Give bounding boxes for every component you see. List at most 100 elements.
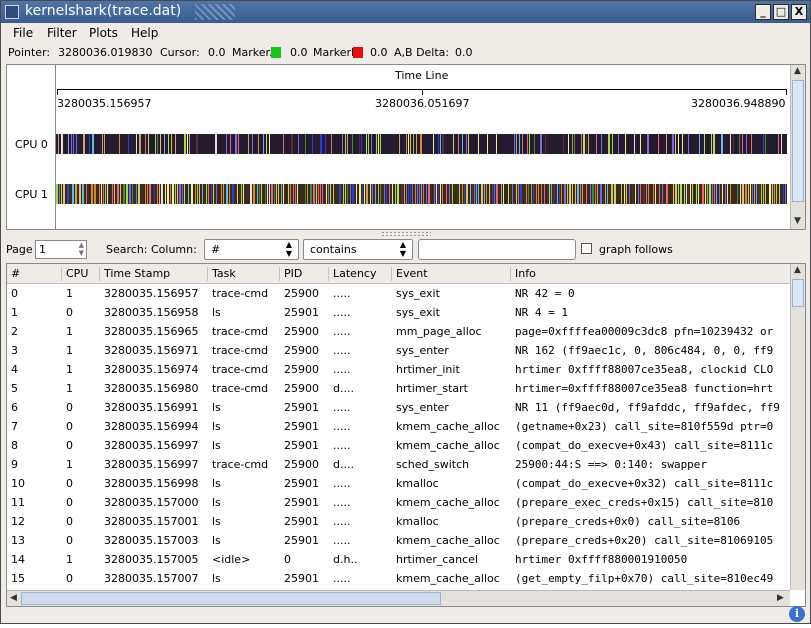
task-slice bbox=[232, 184, 234, 204]
column-header[interactable]: # bbox=[11, 267, 20, 280]
menu-filter[interactable]: Filter bbox=[47, 26, 77, 40]
table-cell: 3280035.157005 bbox=[104, 553, 199, 566]
table-hscroll-thumb[interactable] bbox=[21, 592, 441, 605]
task-slice bbox=[730, 184, 731, 204]
table-row[interactable]: 3 1 3280035.156971 trace-cmd 25900..... sys_e… bbox=[7, 341, 790, 360]
task-slice bbox=[582, 184, 583, 204]
task-slice bbox=[257, 184, 258, 204]
cpu1-plot[interactable] bbox=[56, 184, 787, 204]
task-slice bbox=[263, 134, 264, 154]
table-row[interactable]: 0 1 3280035.156957 trace-cmd 25900..... sys_e… bbox=[7, 284, 790, 303]
tick-label-start: 3280035.156957 bbox=[57, 97, 152, 110]
app-icon bbox=[5, 5, 19, 19]
table-cell: 0 bbox=[66, 420, 73, 433]
table-cell: kmem_cache_alloc bbox=[396, 572, 500, 585]
task-slice bbox=[117, 184, 119, 204]
task-slice bbox=[415, 184, 416, 204]
page-value: 1 bbox=[39, 243, 46, 256]
close-button[interactable]: X bbox=[791, 4, 807, 20]
pane-splitter-handle[interactable] bbox=[381, 231, 431, 237]
table-row[interactable]: 15 0 3280035.157007 ls 25901..... kmem_cache_… bbox=[7, 569, 790, 588]
table-cell: sys_exit bbox=[396, 306, 440, 319]
task-slice bbox=[366, 184, 368, 204]
column-divider[interactable] bbox=[510, 267, 511, 281]
table-horizontal-scrollbar[interactable]: ◀ ▶ bbox=[7, 590, 790, 606]
minimize-button[interactable]: _ bbox=[755, 4, 771, 20]
table-row[interactable]: 13 0 3280035.157003 ls 25901..... kmem_cache_… bbox=[7, 531, 790, 550]
table-row[interactable]: 7 0 3280035.156994 ls 25901..... kmem_cache_a… bbox=[7, 417, 790, 436]
table-row[interactable]: 2 1 3280035.156965 trace-cmd 25900..... mm_pa… bbox=[7, 322, 790, 341]
scroll-up-icon[interactable]: ▲ bbox=[794, 66, 801, 76]
task-slice bbox=[419, 184, 420, 204]
table-row[interactable]: 12 0 3280035.157001 ls 25901..... kmalloc (pre… bbox=[7, 512, 790, 531]
table-vscroll-thumb[interactable] bbox=[792, 279, 804, 307]
column-header[interactable]: Time Stamp bbox=[104, 267, 170, 280]
spin-arrows-icon[interactable]: ▲ ▼ bbox=[79, 241, 84, 257]
table-row[interactable]: 10 0 3280035.156998 ls 25901..... kmalloc (com… bbox=[7, 474, 790, 493]
task-slice bbox=[629, 184, 630, 204]
scroll-down-icon[interactable]: ▼ bbox=[794, 216, 801, 226]
task-slice bbox=[172, 184, 174, 204]
column-header[interactable]: PID bbox=[284, 267, 302, 280]
column-divider[interactable] bbox=[207, 267, 208, 281]
table-row[interactable]: 8 0 3280035.156997 ls 25901..... kmem_cache_a… bbox=[7, 436, 790, 455]
table-cell: 25900 bbox=[284, 325, 319, 338]
graph-vertical-scrollbar[interactable]: ▲ ▼ bbox=[790, 65, 805, 229]
task-slice bbox=[713, 134, 715, 154]
column-header[interactable]: Event bbox=[396, 267, 428, 280]
column-header[interactable]: Info bbox=[515, 267, 536, 280]
task-slice bbox=[370, 184, 371, 204]
table-row[interactable]: 5 1 3280035.156980 trace-cmd 25900 d.... hrtim… bbox=[7, 379, 790, 398]
scroll-left-icon[interactable]: ◀ bbox=[10, 593, 17, 603]
scroll-up-icon[interactable]: ▲ bbox=[794, 265, 801, 275]
task-slice bbox=[658, 134, 659, 154]
window-title: kernelshark(trace.dat) bbox=[25, 3, 182, 19]
task-slice bbox=[464, 184, 465, 204]
table-row[interactable]: 9 1 3280035.156997 trace-cmd 25900 d.... sched… bbox=[7, 455, 790, 474]
operator-select[interactable]: contains ▲ ▼ bbox=[303, 239, 413, 260]
task-slice bbox=[739, 134, 740, 154]
column-header[interactable]: Task bbox=[212, 267, 236, 280]
menu-help[interactable]: Help bbox=[131, 26, 158, 40]
column-divider[interactable] bbox=[279, 267, 280, 281]
table-cell: hrtimer 0xffff88007ce35ea8, clockid CLO bbox=[515, 363, 774, 376]
task-slice bbox=[305, 134, 306, 154]
table-row[interactable]: 1 0 3280035.156958 ls 25901..... sys_exit NR 4… bbox=[7, 303, 790, 322]
task-slice bbox=[378, 184, 379, 204]
event-table[interactable]: # CPU Time Stamp Task PID Latency Event Info 01… bbox=[6, 263, 806, 607]
graph-scroll-thumb[interactable] bbox=[792, 80, 804, 202]
task-slice bbox=[248, 134, 249, 154]
maximize-button[interactable]: □ bbox=[773, 4, 789, 20]
graph-follows-checkbox[interactable] bbox=[581, 243, 592, 254]
task-slice bbox=[191, 184, 193, 204]
table-row[interactable]: 14 1 3280035.157005 <idle> 0 d.h.. hrtimer_can… bbox=[7, 550, 790, 569]
menu-plots[interactable]: Plots bbox=[89, 26, 118, 40]
column-header[interactable]: Latency bbox=[333, 267, 376, 280]
table-header: # CPU Time Stamp Task PID Latency Event Info bbox=[7, 264, 790, 284]
marker-b-swatch bbox=[353, 47, 363, 58]
task-slice bbox=[416, 134, 417, 154]
column-select[interactable]: # ▲ ▼ bbox=[204, 239, 299, 260]
table-row[interactable]: 11 0 3280035.157000 ls 25901..... kmem_cache_… bbox=[7, 493, 790, 512]
table-cell: ..... bbox=[333, 325, 351, 338]
column-divider[interactable] bbox=[99, 267, 100, 281]
column-divider[interactable] bbox=[328, 267, 329, 281]
info-icon[interactable]: i bbox=[789, 606, 805, 622]
task-slice bbox=[361, 134, 362, 154]
table-row[interactable]: 6 0 3280035.156991 ls 25901..... sys_enter NR … bbox=[7, 398, 790, 417]
table-vertical-scrollbar[interactable]: ▲ bbox=[790, 264, 805, 590]
timeline-graph[interactable]: Time Line 3280035.156957 3280036.051697 … bbox=[6, 64, 806, 230]
table-row[interactable]: 4 1 3280035.156974 trace-cmd 25900..... hrtim… bbox=[7, 360, 790, 379]
column-divider[interactable] bbox=[61, 267, 62, 281]
title-bar[interactable]: kernelshark(trace.dat) _ □ X bbox=[1, 1, 810, 23]
search-input[interactable] bbox=[418, 239, 576, 260]
menu-file[interactable]: File bbox=[13, 26, 33, 40]
column-header[interactable]: CPU bbox=[66, 267, 88, 280]
scroll-right-icon[interactable]: ▶ bbox=[777, 593, 784, 603]
task-slice bbox=[678, 184, 679, 204]
cpu0-plot[interactable] bbox=[56, 134, 787, 154]
page-spinbox[interactable]: 1 ▲ ▼ bbox=[35, 240, 87, 259]
delta-value: 0.0 bbox=[455, 46, 473, 59]
table-cell: 12 bbox=[11, 515, 25, 528]
column-divider[interactable] bbox=[391, 267, 392, 281]
